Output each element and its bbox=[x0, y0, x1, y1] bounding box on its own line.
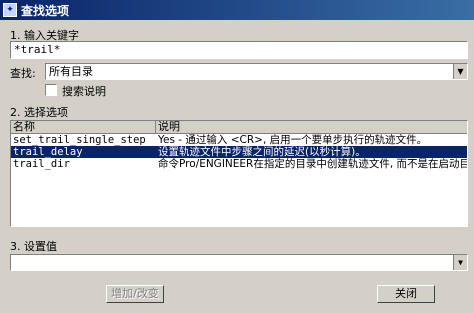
option-name: trail_delay bbox=[13, 146, 83, 158]
table-row[interactable]: set_trail_single_step Yes - 通过输入 <CR>, 启… bbox=[11, 134, 467, 146]
keyword-input[interactable]: *trail* bbox=[10, 41, 468, 59]
search-desc-label: 搜索说明 bbox=[62, 85, 106, 98]
search-desc-checkbox[interactable] bbox=[45, 84, 57, 96]
options-table: 名称 说明 set_trail_single_step Yes - 通过输入 <… bbox=[10, 120, 468, 227]
section2-label: 2. 选择选项 bbox=[10, 106, 68, 119]
option-desc: 命令Pro/ENGINEER在指定的目录中创建轨迹文件, 而不是在启动目录 bbox=[158, 158, 467, 170]
table-row-selected[interactable]: trail_delay 设置轨迹文件中步骤之间的延迟(以秒计算)。 bbox=[11, 146, 467, 158]
column-header-desc[interactable]: 说明 bbox=[156, 121, 180, 133]
close-button[interactable]: 关闭 bbox=[377, 285, 435, 303]
section3-label: 3. 设置值 bbox=[10, 240, 57, 253]
column-header-name[interactable]: 名称 bbox=[11, 121, 156, 133]
title-bar: ✦ 查找选项 bbox=[0, 0, 474, 20]
table-header: 名称 说明 bbox=[11, 121, 467, 134]
table-row[interactable]: trail_dir 命令Pro/ENGINEER在指定的目录中创建轨迹文件, 而… bbox=[11, 158, 467, 170]
chevron-down-icon[interactable]: ▼ bbox=[453, 64, 467, 79]
option-desc: Yes - 通过输入 <CR>, 启用一个要单步执行的轨迹文件。 bbox=[158, 134, 428, 146]
option-name: trail_dir bbox=[13, 158, 70, 170]
chevron-down-icon[interactable]: ▼ bbox=[453, 255, 467, 270]
option-desc: 设置轨迹文件中步骤之间的延迟(以秒计算)。 bbox=[158, 146, 366, 158]
find-dropdown[interactable]: 所有目录 ▼ bbox=[45, 63, 468, 80]
window-title: 查找选项 bbox=[21, 3, 70, 18]
find-dropdown-value: 所有目录 bbox=[49, 65, 93, 78]
app-icon: ✦ bbox=[3, 3, 17, 17]
option-name: set_trail_single_step bbox=[13, 134, 146, 146]
value-dropdown[interactable]: ▼ bbox=[10, 254, 468, 271]
add-change-button[interactable]: 增加/改变 bbox=[106, 285, 164, 303]
find-label: 查找: bbox=[10, 67, 36, 80]
